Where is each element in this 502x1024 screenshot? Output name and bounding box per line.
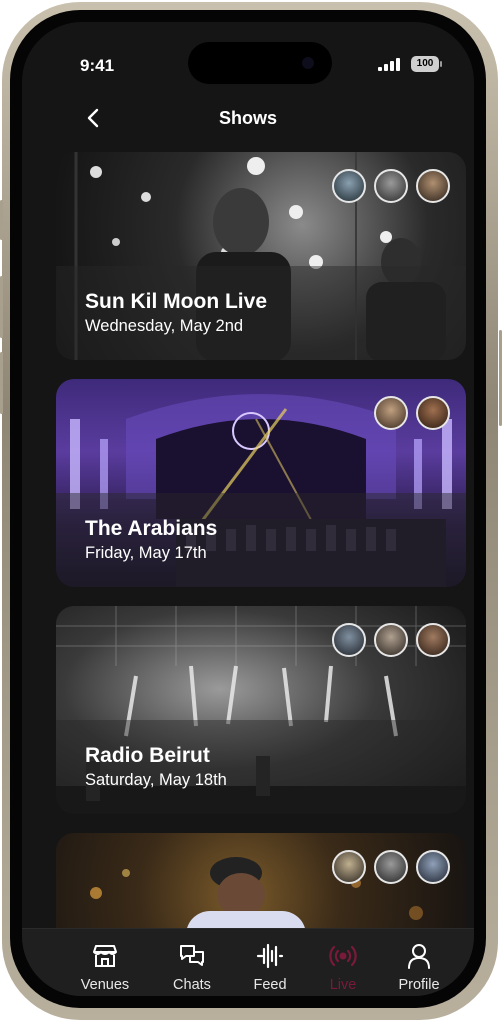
avatar[interactable] — [374, 623, 408, 657]
tab-label: Venues — [80, 977, 130, 993]
dynamic-island — [188, 42, 332, 84]
show-date: Saturday, May 18th — [85, 771, 227, 789]
tab-label: Profile — [398, 977, 440, 993]
phone-bezel: 9:41 100 Shows Sun Kil Moon Live Wednesd… — [10, 10, 486, 1008]
broadcast-icon — [329, 945, 357, 967]
avatar[interactable] — [416, 623, 450, 657]
show-name: The Arabians — [85, 517, 218, 540]
signal-icon — [378, 58, 400, 71]
page-title: Shows — [218, 108, 277, 128]
avatar[interactable] — [416, 169, 450, 203]
volume-down-button — [0, 352, 3, 414]
tab-bar: Venues Chats Feed Live Profile — [22, 928, 474, 996]
tab-live[interactable]: Live — [303, 943, 383, 993]
show-date: Friday, May 17th — [85, 544, 207, 562]
waveform-icon — [256, 943, 284, 969]
attendee-avatars — [324, 850, 450, 889]
avatar[interactable] — [332, 169, 366, 203]
avatar[interactable] — [416, 396, 450, 430]
action-button — [0, 200, 3, 240]
chat-bubbles-icon — [180, 945, 204, 966]
avatar[interactable] — [332, 623, 366, 657]
tab-profile[interactable]: Profile — [379, 943, 459, 993]
show-name: Sun Kil Moon Live — [85, 290, 267, 313]
battery-icon: 100 — [411, 56, 442, 72]
camera-icon — [302, 57, 314, 69]
screen: 9:41 100 Shows Sun Kil Moon Live Wednesd… — [22, 22, 474, 996]
tab-label: Chats — [173, 977, 211, 993]
attendee-avatars — [324, 623, 450, 662]
tab-venues[interactable]: Venues — [65, 943, 145, 993]
tab-chats[interactable]: Chats — [152, 943, 232, 993]
avatar[interactable] — [374, 396, 408, 430]
show-date: Wednesday, May 2nd — [85, 317, 244, 335]
attendee-avatars — [366, 396, 450, 435]
show-card[interactable]: Radio Beirut Saturday, May 18th — [56, 606, 466, 814]
status-bar: 9:41 100 — [22, 22, 474, 84]
show-card[interactable]: Sun Kil Moon Live Wednesday, May 2nd — [56, 152, 466, 360]
status-time: 9:41 — [80, 56, 115, 75]
store-icon — [93, 945, 117, 967]
show-card[interactable]: The Arabians Friday, May 17th — [56, 379, 466, 587]
user-icon — [408, 944, 430, 969]
volume-up-button — [0, 276, 3, 338]
avatar[interactable] — [374, 850, 408, 884]
tab-feed[interactable]: Feed — [230, 943, 310, 993]
nav-bar: Shows — [22, 100, 474, 140]
avatar[interactable] — [332, 850, 366, 884]
tab-label: Live — [329, 977, 357, 993]
avatar[interactable] — [374, 169, 408, 203]
attendee-avatars — [324, 169, 450, 208]
show-name: Radio Beirut — [85, 744, 210, 767]
avatar[interactable] — [416, 850, 450, 884]
tab-label: Feed — [253, 977, 287, 993]
